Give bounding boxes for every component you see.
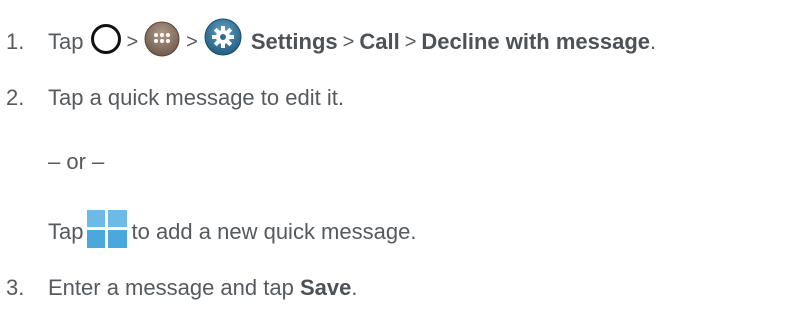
step-1: 1. Tap > > Settings > Call > Decline wit… (0, 18, 657, 62)
alternative-step: Tap to add a new quick message. (48, 210, 417, 252)
step-text: Tap (48, 29, 84, 54)
path-settings: Settings (250, 29, 338, 54)
period: . (650, 29, 657, 54)
separator: > (186, 30, 198, 53)
period: . (351, 275, 358, 300)
apps-icon (143, 20, 181, 58)
separator: > (342, 30, 355, 53)
settings-icon (203, 17, 243, 57)
step-2: 2. Tap a quick message to edit it. (0, 78, 344, 118)
alternative-or: – or – (48, 142, 104, 182)
step-number: 3. (6, 275, 25, 300)
step-text: Enter a message and tap (48, 275, 294, 300)
step-number: 2. (6, 85, 25, 110)
home-icon (91, 24, 122, 54)
add-icon (87, 210, 128, 248)
alternative-prefix: Tap (48, 219, 84, 244)
step-number: 1. (6, 29, 25, 54)
separator: > (126, 30, 139, 53)
separator: > (404, 30, 417, 53)
step-3: 3. Enter a message and tap Save. (0, 268, 357, 308)
alternative-suffix: to add a new quick message. (131, 219, 417, 244)
path-decline-with-message: Decline with message (421, 29, 651, 54)
or-separator-text: – or – (48, 149, 105, 174)
save-label: Save (299, 275, 352, 300)
step-text: Tap a quick message to edit it. (48, 85, 344, 110)
path-call: Call (359, 29, 400, 54)
